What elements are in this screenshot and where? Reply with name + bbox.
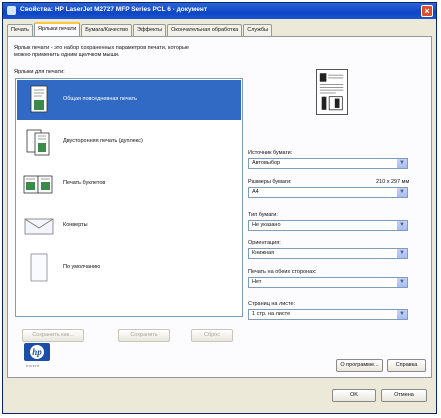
tab-effects[interactable]: Эффекты [133,24,167,36]
tab-finishing[interactable]: Окончательная обработка [167,24,243,36]
duplex-label: Печать на обеих сторонах: [248,269,317,275]
reset-button[interactable]: Сброс [191,329,233,342]
chevron-down-icon: ▼ [397,249,407,258]
paper-size-label: Размеры бумаги: [248,179,292,185]
pages-per-sheet-value: 1 стр. на листе [252,311,291,317]
orientation-label: Ориентация: [248,240,281,246]
paper-source-label: Источник бумаги: [248,150,293,156]
shortcut-label: Конверты [63,222,88,228]
paper-source-value: Автовыбор [252,160,281,166]
cancel-button[interactable]: Отмена [381,389,427,402]
booklet-icon [23,175,53,194]
tab-print[interactable]: Печать [7,24,34,36]
pages-per-sheet-label: Страниц на листе: [248,301,296,307]
orientation-select[interactable]: Книжная ▼ [248,248,408,259]
about-button[interactable]: О программе... [336,359,383,372]
chevron-down-icon: ▼ [397,188,407,197]
chevron-down-icon: ▼ [397,310,407,319]
chevron-down-icon: ▼ [397,159,407,168]
logo-text: hp [32,347,42,357]
printer-icon [7,6,16,15]
shortcut-item-general[interactable]: Общая повседневная печать [17,80,241,120]
tab-services[interactable]: Службы [243,24,273,36]
printer-properties-window: Свойства: HP LaserJet M2727 MFP Series P… [2,2,437,414]
paper-size-value: A4 [252,189,259,195]
chevron-down-icon: ▼ [397,278,407,287]
orientation-value: Книжная [252,250,275,256]
shortcuts-panel: Ярлык печати - это набор сохраненных пар… [7,36,432,378]
window-title: Свойства: HP LaserJet M2727 MFP Series P… [20,6,208,13]
chevron-down-icon: ▼ [397,221,407,230]
save-as-button[interactable]: Сохранить как... [22,329,84,342]
shortcut-label: Общая повседневная печать [63,96,137,102]
envelope-icon [24,218,54,235]
shortcut-item-booklet[interactable]: Печать буклетов [17,164,241,204]
paper-type-value: Не указано [252,222,281,228]
panel-description: Ярлык печати - это набор сохраненных пар… [14,45,189,58]
paper-type-select[interactable]: Не указано ▼ [248,220,408,231]
paper-source-select[interactable]: Автовыбор ▼ [248,158,408,169]
tab-paper-quality[interactable]: Бумага/Качество [81,24,133,36]
duplex-value: Нет [252,279,262,285]
shortcuts-list: Общая повседневная печать Двусторонняя п… [15,78,243,317]
close-button[interactable]: × [421,5,433,17]
hp-logo: hp [24,343,50,361]
title-bar[interactable]: Свойства: HP LaserJet M2727 MFP Series P… [3,3,436,19]
tab-shortcuts[interactable]: Ярлыки печати [34,22,81,36]
paper-size-dimensions: 210 x 297 мм [376,179,410,185]
close-icon: × [424,6,430,16]
paper-type-label: Тип бумаги: [248,212,278,218]
blank-page-icon [30,253,48,282]
document-icon [30,85,48,113]
shortcut-item-duplex[interactable]: Двусторонняя печать (дуплекс) [17,122,241,162]
shortcut-label: Двусторонняя печать (дуплекс) [63,138,143,144]
help-button[interactable]: Справка [387,359,426,372]
duplex-icon [26,129,50,156]
shortcut-label: Печать буклетов [63,180,106,186]
ok-button[interactable]: OK [332,389,376,402]
pages-per-sheet-select[interactable]: 1 стр. на листе ▼ [248,309,408,320]
paper-size-select[interactable]: A4 ▼ [248,187,408,198]
shortcut-item-envelopes[interactable]: Конверты [17,206,241,246]
duplex-select[interactable]: Нет ▼ [248,277,408,288]
page-preview [316,69,348,115]
save-button[interactable]: Сохранить [118,329,170,342]
tab-strip: Печать Ярлыки печати Бумага/Качество Эфф… [7,22,273,36]
shortcut-label: По умолчанию [63,264,101,270]
shortcut-item-default[interactable]: По умолчанию [17,248,241,288]
logo-tagline: invent [26,363,40,368]
shortcuts-list-label: Ярлыки для печати: [14,69,65,75]
